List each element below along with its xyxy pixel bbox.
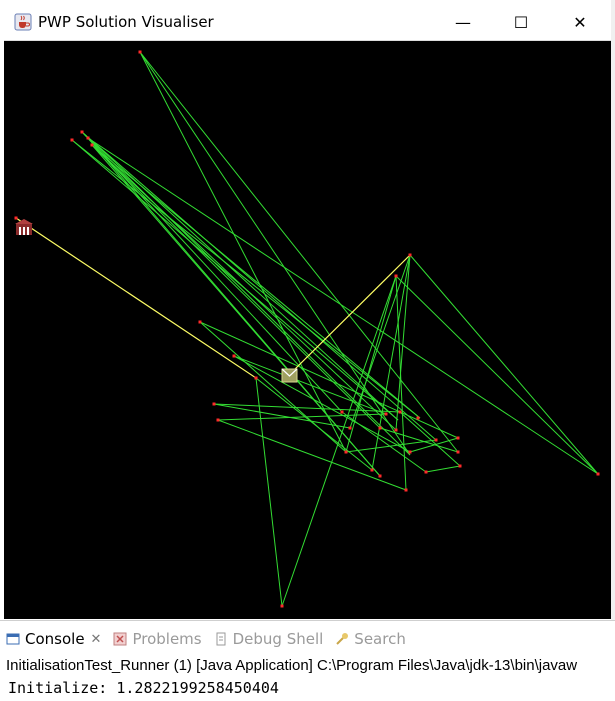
route-segment xyxy=(87,137,599,475)
delivery-node xyxy=(378,474,382,478)
delivery-node xyxy=(424,470,428,474)
delivery-node xyxy=(394,274,398,278)
delivery-node xyxy=(280,604,284,608)
tab-debug-shell[interactable]: Debug Shell xyxy=(208,626,330,652)
delivery-node xyxy=(416,416,420,420)
delivery-node xyxy=(90,143,94,147)
close-button[interactable]: ✕ xyxy=(557,6,603,38)
delivery-node xyxy=(212,402,216,406)
route-segment xyxy=(71,139,399,421)
delivery-node xyxy=(340,410,344,414)
delivery-node xyxy=(378,426,382,430)
route-segment xyxy=(91,144,397,431)
delivery-node xyxy=(198,320,202,324)
maximize-icon: ☐ xyxy=(513,12,529,32)
launch-description: InitialisationTest_Runner (1) [Java Appl… xyxy=(6,657,578,674)
delivery-node xyxy=(344,450,348,454)
route-drawing xyxy=(14,50,600,608)
java-cup-icon xyxy=(14,13,32,31)
delivery-node xyxy=(370,468,374,472)
delivery-node xyxy=(384,412,388,416)
delivery-node xyxy=(458,464,462,468)
delivery-node xyxy=(216,418,220,422)
delivery-node xyxy=(254,376,258,380)
route-segment xyxy=(199,321,459,439)
console-panel: Console ✕ Problems Debug Shell Search In… xyxy=(0,620,615,701)
tab-label: Debug Shell xyxy=(232,630,324,648)
route-segment xyxy=(341,411,427,473)
delivery-node xyxy=(80,130,84,134)
background-window-edge xyxy=(611,0,615,620)
title-bar[interactable]: PWP Solution Visualiser — ☐ ✕ xyxy=(4,4,611,41)
delivery-node xyxy=(404,488,408,492)
tab-console[interactable]: Console ✕ xyxy=(0,626,107,652)
route-canvas xyxy=(4,41,611,619)
tab-label: Search xyxy=(354,630,406,648)
route-segment xyxy=(81,131,399,421)
delivery-node xyxy=(138,50,142,54)
close-icon: ✕ xyxy=(573,12,587,32)
route-segment xyxy=(425,465,461,473)
window-title: PWP Solution Visualiser xyxy=(38,13,214,31)
route-segment xyxy=(395,275,599,475)
route-segment xyxy=(217,419,407,491)
console-icon xyxy=(6,633,20,645)
maximize-button[interactable]: ☐ xyxy=(498,6,544,38)
delivery-node xyxy=(398,410,402,414)
delivery-node xyxy=(456,436,460,440)
delivery-node xyxy=(394,428,398,432)
route-segment xyxy=(81,131,411,456)
delivery-node xyxy=(596,472,600,476)
delivery-node xyxy=(232,354,236,358)
visualiser-window: PWP Solution Visualiser — ☐ ✕ xyxy=(0,0,615,620)
tab-problems[interactable]: Problems xyxy=(107,626,207,652)
package-icon xyxy=(281,368,298,383)
search-icon xyxy=(336,633,349,645)
delivery-node xyxy=(408,253,412,257)
route-segment xyxy=(399,411,461,467)
delivery-node xyxy=(408,450,412,454)
delivery-node xyxy=(348,426,352,430)
route-segment xyxy=(379,427,459,453)
delivery-node xyxy=(434,438,438,442)
depot-building-icon xyxy=(15,219,33,235)
route-segment xyxy=(91,144,381,429)
console-tabs: Console ✕ Problems Debug Shell Search xyxy=(0,625,615,653)
route-segment xyxy=(139,51,347,453)
delivery-node xyxy=(70,138,74,142)
close-tab-icon[interactable]: ✕ xyxy=(91,632,102,647)
problems-icon xyxy=(113,632,127,646)
route-segment xyxy=(409,254,599,475)
minimize-button[interactable]: — xyxy=(440,6,486,38)
delivery-node xyxy=(86,136,90,140)
minimize-icon: — xyxy=(455,12,471,32)
tab-label: Console xyxy=(25,630,85,648)
console-output[interactable]: Initialize: 1.2822199258450404 xyxy=(8,679,279,697)
highlighted-route-segment xyxy=(15,217,257,379)
route-segment xyxy=(81,131,437,441)
delivery-node xyxy=(456,450,460,454)
tab-search[interactable]: Search xyxy=(329,626,412,652)
tab-label: Problems xyxy=(132,630,202,648)
delivery-node xyxy=(14,216,18,220)
debug-shell-icon xyxy=(216,632,226,646)
